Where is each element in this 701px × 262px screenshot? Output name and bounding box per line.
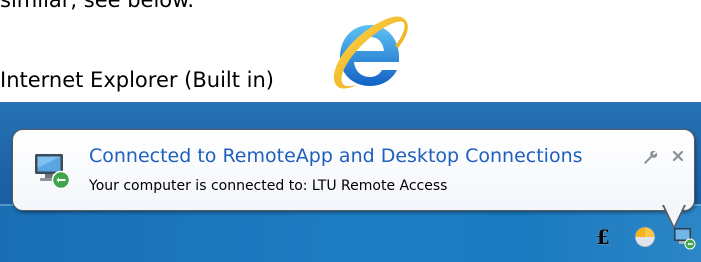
notification-body: Your computer is connected to: LTU Remot… [89, 178, 448, 194]
notification-balloon[interactable] [12, 129, 695, 211]
document-text-line: similar, see below. [0, 0, 195, 12]
internet-explorer-logo-icon [333, 16, 408, 89]
document-text-internet-explorer: Internet Explorer (Built in) [0, 68, 274, 92]
remote-desktop-tray-icon[interactable] [671, 224, 697, 250]
wrench-icon[interactable] [642, 149, 658, 165]
notification-title: Connected to RemoteApp and Desktop Conne… [89, 145, 583, 167]
balloon-tail-fill [664, 205, 684, 226]
close-icon[interactable] [671, 149, 685, 163]
weather-icon[interactable] [634, 226, 656, 248]
pound-icon[interactable]: £ [592, 226, 614, 248]
remote-desktop-connection-icon [35, 154, 71, 190]
